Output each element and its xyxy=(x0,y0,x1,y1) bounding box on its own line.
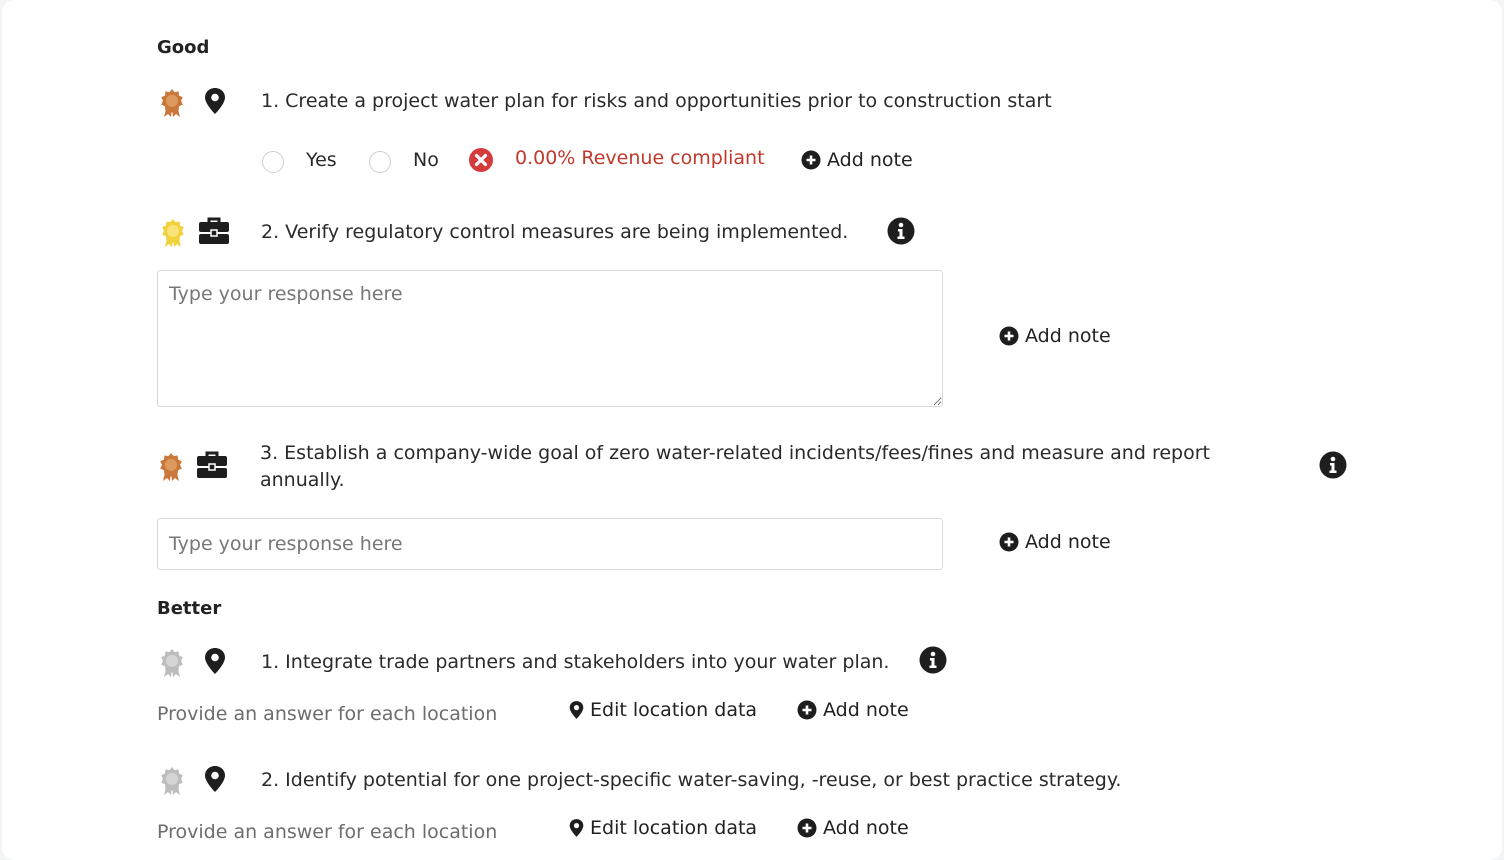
briefcase-icon xyxy=(198,217,230,245)
question-text: 2. Verify regulatory control measures ar… xyxy=(261,221,849,243)
edit-location-label: Edit location data xyxy=(590,699,758,721)
edit-location-button[interactable]: Edit location data xyxy=(569,699,757,721)
radio-yes[interactable] xyxy=(262,151,284,173)
question-text: 3. Establish a company-wide goal of zero… xyxy=(260,442,1210,464)
question-text-continued: annually. xyxy=(260,469,345,491)
radio-yes-label[interactable]: Yes xyxy=(306,149,337,171)
add-note-label: Add note xyxy=(1025,325,1111,347)
add-note-label: Add note xyxy=(823,699,909,721)
section-title-good: Good xyxy=(157,37,210,58)
map-pin-icon xyxy=(569,819,584,837)
edit-location-button[interactable]: Edit location data xyxy=(569,817,757,839)
unearned-medal-icon xyxy=(158,648,186,678)
add-note-button[interactable]: Add note xyxy=(999,531,1111,553)
section-title-better: Better xyxy=(157,598,222,619)
map-pin-icon xyxy=(569,701,584,719)
plus-circle-icon xyxy=(999,326,1019,346)
location-hint: Provide an answer for each location xyxy=(157,821,498,843)
add-note-label: Add note xyxy=(827,149,913,171)
info-icon[interactable] xyxy=(1319,451,1347,479)
bronze-medal-icon xyxy=(158,88,186,118)
add-note-label: Add note xyxy=(823,817,909,839)
location-hint: Provide an answer for each location xyxy=(157,703,498,725)
map-pin-icon xyxy=(204,87,226,115)
gold-medal-icon xyxy=(159,218,187,248)
response-textarea[interactable] xyxy=(157,270,943,407)
bronze-medal-icon xyxy=(157,452,185,482)
plus-circle-icon xyxy=(999,532,1019,552)
info-icon[interactable] xyxy=(887,217,915,245)
info-icon[interactable] xyxy=(919,646,947,674)
question-text: 2. Identify potential for one project-sp… xyxy=(261,769,1122,791)
map-pin-icon xyxy=(204,765,226,793)
radio-no[interactable] xyxy=(369,151,391,173)
question-text: 1. Integrate trade partners and stakehol… xyxy=(261,651,890,673)
edit-location-label: Edit location data xyxy=(590,817,758,839)
question-text: 1. Create a project water plan for risks… xyxy=(261,90,1052,112)
form-card: Good 1. Create a project water plan for … xyxy=(2,0,1502,860)
map-pin-icon xyxy=(204,647,226,675)
radio-no-label[interactable]: No xyxy=(413,149,439,171)
plus-circle-icon xyxy=(797,818,817,838)
unearned-medal-icon xyxy=(158,766,186,796)
compliance-status: 0.00% Revenue compliant xyxy=(515,147,765,169)
add-note-button[interactable]: Add note xyxy=(801,149,913,171)
response-input[interactable] xyxy=(157,518,943,570)
plus-circle-icon xyxy=(797,700,817,720)
add-note-button[interactable]: Add note xyxy=(797,699,909,721)
add-note-label: Add note xyxy=(1025,531,1111,553)
plus-circle-icon xyxy=(801,150,821,170)
error-circle-icon xyxy=(468,147,494,173)
add-note-button[interactable]: Add note xyxy=(797,817,909,839)
briefcase-icon xyxy=(196,451,228,479)
add-note-button[interactable]: Add note xyxy=(999,325,1111,347)
